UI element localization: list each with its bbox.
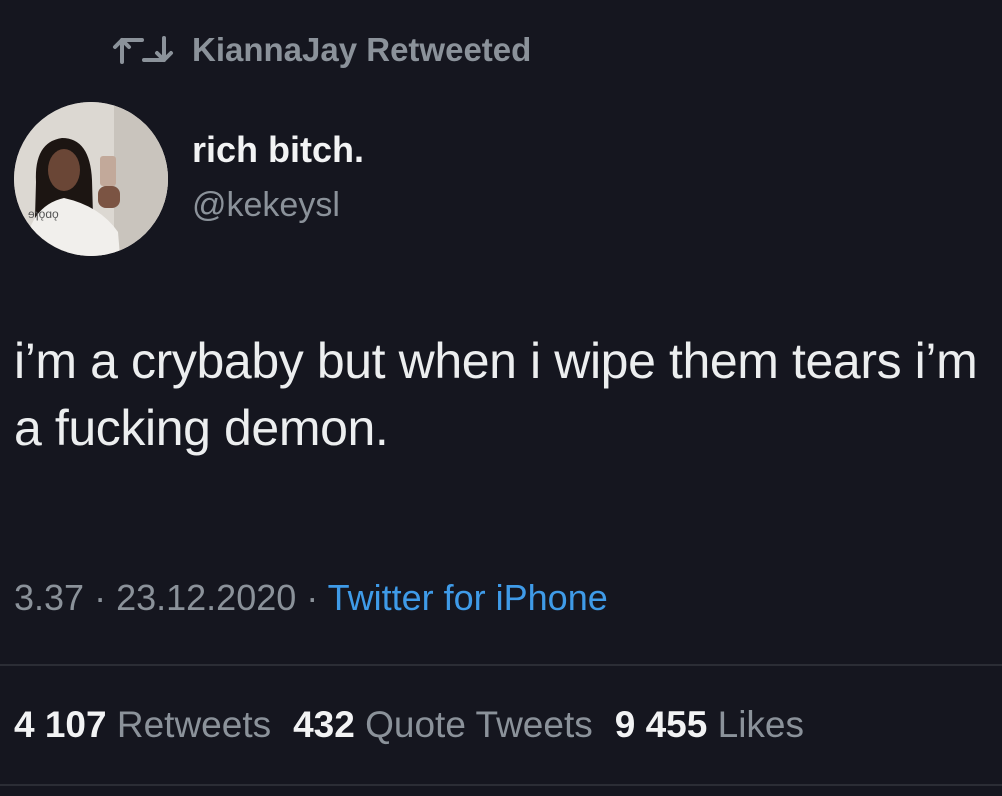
svg-text:ɘɿǫɑǫ: ɘɿǫɑǫ bbox=[28, 207, 59, 221]
retweet-banner[interactable]: KiannaJay Retweeted bbox=[112, 28, 531, 72]
tweet-meta: 3.37 · 23.12.2020 · Twitter for iPhone bbox=[14, 573, 608, 623]
tweet-time[interactable]: 3.37 bbox=[14, 577, 84, 618]
likes-stat[interactable]: 9 455 Likes bbox=[615, 704, 804, 745]
avatar[interactable]: ɘɿǫɑǫ bbox=[14, 102, 168, 256]
tweet-source-link[interactable]: Twitter for iPhone bbox=[328, 577, 608, 618]
tweet-text: i’m a crybaby but when i wipe them tears… bbox=[14, 333, 978, 456]
quote-tweets-stat[interactable]: 432 Quote Tweets bbox=[293, 704, 593, 745]
divider bbox=[0, 784, 1002, 786]
likes-count: 9 455 bbox=[614, 704, 708, 745]
quote-tweets-count: 432 bbox=[293, 704, 355, 745]
author-display-name[interactable]: rich bitch. bbox=[192, 128, 364, 172]
retweet-icon bbox=[112, 32, 174, 68]
meta-separator: · bbox=[84, 577, 117, 618]
meta-separator: · bbox=[296, 577, 328, 618]
retweet-banner-text: KiannaJay Retweeted bbox=[192, 31, 532, 68]
author-handle[interactable]: @kekeysl bbox=[192, 184, 340, 226]
retweets-count: 4 107 bbox=[14, 704, 107, 745]
divider bbox=[0, 664, 1002, 666]
tweet-stats: 4 107 Retweets 432 Quote Tweets 9 455 Like… bbox=[14, 700, 804, 750]
retweets-stat[interactable]: 4 107 Retweets bbox=[14, 704, 271, 745]
likes-label: Likes bbox=[717, 704, 805, 745]
retweets-label: Retweets bbox=[116, 704, 272, 745]
tweet-date[interactable]: 23.12.2020 bbox=[116, 577, 296, 618]
quote-tweets-label: Quote Tweets bbox=[365, 704, 593, 745]
